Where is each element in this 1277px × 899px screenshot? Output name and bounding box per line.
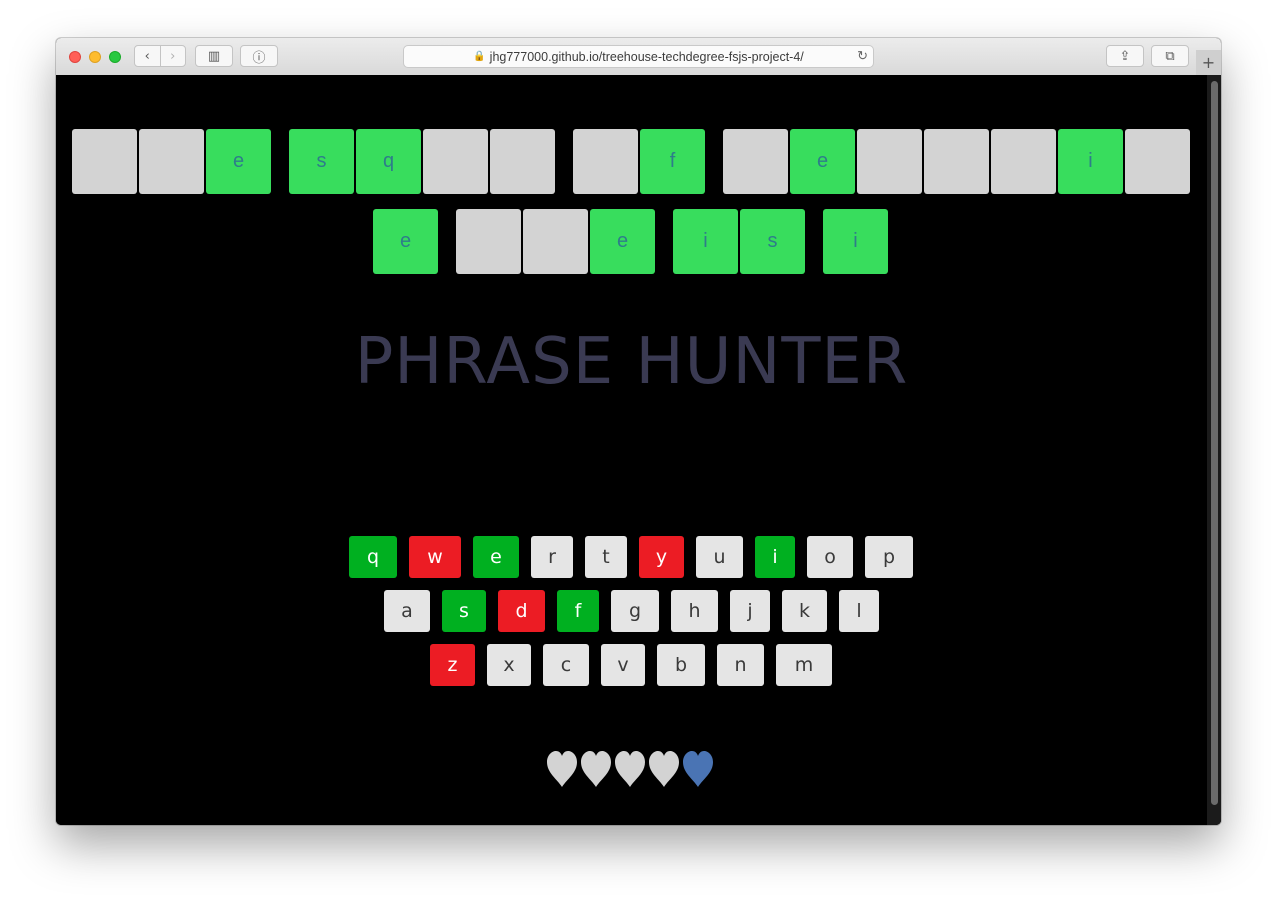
info-icon[interactable]: ⓘ bbox=[240, 45, 278, 67]
key-e[interactable]: e bbox=[473, 536, 519, 578]
new-tab-button[interactable]: + bbox=[1196, 50, 1221, 75]
address-bar[interactable]: 🔒 jhg777000.github.io/treehouse-techdegr… bbox=[403, 45, 874, 68]
phrase-letter-revealed: f bbox=[640, 129, 705, 194]
key-l[interactable]: l bbox=[839, 590, 879, 632]
phrase-space bbox=[440, 209, 454, 274]
page-title: PHRASE HUNTER bbox=[354, 325, 909, 399]
phrase-letter-revealed: i bbox=[673, 209, 738, 274]
navigation-buttons: ‹ › bbox=[134, 45, 186, 67]
lost-heart-icon bbox=[581, 751, 611, 787]
lost-heart-icon bbox=[615, 751, 645, 787]
key-w[interactable]: w bbox=[409, 536, 461, 578]
phrase-space bbox=[707, 129, 721, 194]
phrase-space bbox=[807, 209, 821, 274]
phrase-letter-hidden bbox=[857, 129, 922, 194]
scrollbar[interactable] bbox=[1207, 75, 1221, 825]
phrase-letter-hidden bbox=[723, 129, 788, 194]
key-i[interactable]: i bbox=[755, 536, 795, 578]
key-z[interactable]: z bbox=[430, 644, 475, 686]
phrase-letter-revealed: s bbox=[289, 129, 354, 194]
show-tabs-icon[interactable]: ⧉ bbox=[1151, 45, 1189, 67]
key-u[interactable]: u bbox=[696, 536, 743, 578]
url-text: jhg777000.github.io/treehouse-techdegree… bbox=[489, 49, 804, 64]
sidebar-toggle-icon[interactable]: ▥ bbox=[195, 45, 233, 67]
key-p[interactable]: p bbox=[865, 536, 913, 578]
key-x[interactable]: x bbox=[487, 644, 531, 686]
phrase-letter-hidden bbox=[139, 129, 204, 194]
lost-heart-icon bbox=[649, 751, 679, 787]
phrase-letter-revealed: s bbox=[740, 209, 805, 274]
browser-toolbar: ‹ › ▥ ⓘ 🔒 jhg777000.github.io/treehouse-… bbox=[56, 38, 1221, 76]
key-d[interactable]: d bbox=[498, 590, 545, 632]
key-c[interactable]: c bbox=[543, 644, 589, 686]
live-heart-icon bbox=[683, 751, 713, 787]
key-s[interactable]: s bbox=[442, 590, 486, 632]
lock-icon: 🔒 bbox=[473, 51, 486, 62]
phrase-space bbox=[273, 129, 287, 194]
phrase-letter-hidden bbox=[1125, 129, 1190, 194]
phrase-letter-hidden bbox=[423, 129, 488, 194]
keyboard-row: qwertyuiop bbox=[349, 536, 925, 578]
forward-button[interactable]: › bbox=[161, 46, 186, 66]
key-m[interactable]: m bbox=[776, 644, 832, 686]
minimize-window-button[interactable] bbox=[89, 51, 101, 63]
phrase-row: eeisi bbox=[373, 209, 890, 274]
scrollbar-thumb[interactable] bbox=[1211, 81, 1218, 805]
phrase-letter-revealed: e bbox=[373, 209, 438, 274]
key-b[interactable]: b bbox=[657, 644, 705, 686]
share-icon[interactable]: ⇪ bbox=[1106, 45, 1144, 67]
maximize-window-button[interactable] bbox=[109, 51, 121, 63]
phrase-letter-revealed: i bbox=[823, 209, 888, 274]
phrase-letter-hidden bbox=[72, 129, 137, 194]
phrase-letter-revealed: e bbox=[790, 129, 855, 194]
phrase-letter-hidden bbox=[456, 209, 521, 274]
phrase-letter-hidden bbox=[924, 129, 989, 194]
close-window-button[interactable] bbox=[69, 51, 81, 63]
phrase-row: esqfei bbox=[72, 129, 1192, 194]
key-f[interactable]: f bbox=[557, 590, 599, 632]
keyboard-row: zxcvbnm bbox=[430, 644, 844, 686]
lives-scoreboard bbox=[545, 749, 715, 789]
key-a[interactable]: a bbox=[384, 590, 430, 632]
phrase-space bbox=[557, 129, 571, 194]
key-k[interactable]: k bbox=[782, 590, 827, 632]
phrase-letter-hidden bbox=[523, 209, 588, 274]
phrase-letter-hidden bbox=[573, 129, 638, 194]
key-n[interactable]: n bbox=[717, 644, 764, 686]
phrase-space bbox=[657, 209, 671, 274]
key-t[interactable]: t bbox=[585, 536, 627, 578]
reload-icon[interactable]: ↻ bbox=[857, 48, 868, 64]
key-r[interactable]: r bbox=[531, 536, 573, 578]
phrase-letter-revealed: q bbox=[356, 129, 421, 194]
key-y[interactable]: y bbox=[639, 536, 684, 578]
key-v[interactable]: v bbox=[601, 644, 645, 686]
page-viewport: esqfei eeisi PHRASE HUNTER qwertyuiop as… bbox=[56, 75, 1221, 825]
browser-window: ‹ › ▥ ⓘ 🔒 jhg777000.github.io/treehouse-… bbox=[56, 38, 1221, 825]
key-o[interactable]: o bbox=[807, 536, 853, 578]
phrase-letter-hidden bbox=[991, 129, 1056, 194]
phrase-letter-revealed: e bbox=[206, 129, 271, 194]
key-j[interactable]: j bbox=[730, 590, 770, 632]
phrase-letter-hidden bbox=[490, 129, 555, 194]
lost-heart-icon bbox=[547, 751, 577, 787]
keyboard-row: asdfghjkl bbox=[384, 590, 891, 632]
key-g[interactable]: g bbox=[611, 590, 659, 632]
back-button[interactable]: ‹ bbox=[135, 46, 161, 66]
key-h[interactable]: h bbox=[671, 590, 718, 632]
phrase-letter-revealed: i bbox=[1058, 129, 1123, 194]
key-q[interactable]: q bbox=[349, 536, 397, 578]
phrase-letter-revealed: e bbox=[590, 209, 655, 274]
